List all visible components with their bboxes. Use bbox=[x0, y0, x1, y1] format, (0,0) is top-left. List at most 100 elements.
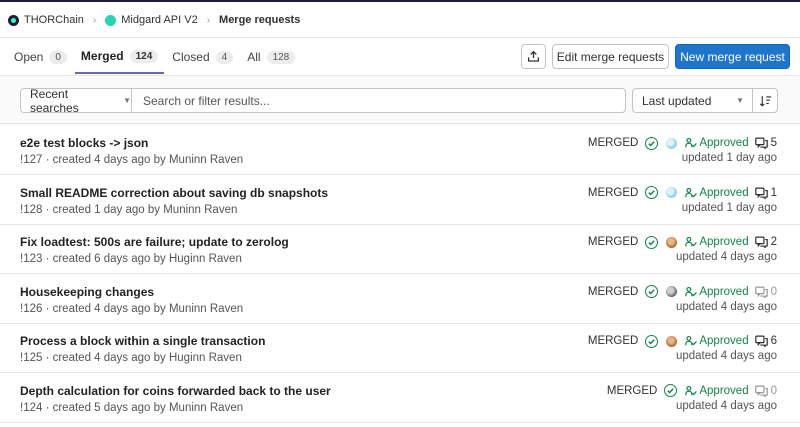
tab-label: Open bbox=[14, 50, 44, 64]
comments-icon bbox=[754, 236, 771, 248]
comments-count[interactable]: 2 bbox=[754, 236, 777, 248]
chevron-right-icon: › bbox=[92, 14, 97, 26]
assignee-avatar[interactable] bbox=[666, 137, 678, 149]
tab-merged[interactable]: Merged 124 bbox=[74, 40, 165, 74]
merge-request-row: e2e test blocks -> json !127 · created 4 … bbox=[0, 126, 800, 175]
merge-request-meta: !126 · created 4 days ago by Muninn Rave… bbox=[20, 303, 243, 315]
updated-timestamp: updated 4 days ago bbox=[675, 399, 777, 412]
sort-lowest-icon bbox=[759, 95, 771, 107]
comments-count[interactable]: 1 bbox=[754, 186, 777, 199]
edit-merge-requests-button[interactable]: Edit merge requests bbox=[552, 44, 669, 69]
sort-label: Last updated bbox=[642, 93, 712, 108]
author-link[interactable]: Muninn Raven bbox=[169, 402, 243, 414]
author-link[interactable]: Muninn Raven bbox=[169, 154, 243, 166]
filter-bar: Recent searches ▼ Last updated ▼ bbox=[0, 75, 800, 124]
count-badge: 128 bbox=[266, 50, 296, 64]
tab-all[interactable]: All 128 bbox=[241, 40, 301, 74]
author-link[interactable]: Muninn Raven bbox=[163, 204, 237, 216]
top-border bbox=[0, 0, 800, 2]
merge-request-status-group: MERGED Approved 0 bbox=[588, 283, 777, 301]
comments-count[interactable]: 0 bbox=[754, 384, 777, 397]
assignee-avatar[interactable] bbox=[666, 236, 678, 248]
merge-request-ref: !125 · created 4 days ago by bbox=[20, 352, 169, 364]
breadcrumb-group-label: THORChain bbox=[24, 14, 84, 26]
pipeline-passed-icon[interactable] bbox=[645, 334, 659, 348]
comments-number: 1 bbox=[770, 186, 777, 199]
search-input[interactable] bbox=[131, 88, 626, 113]
merge-request-title[interactable]: Process a block within a single transact… bbox=[20, 334, 265, 348]
tab-closed[interactable]: Closed 4 bbox=[166, 40, 239, 74]
chevron-down-icon: ▼ bbox=[736, 96, 744, 105]
approved-label: Approved bbox=[699, 384, 749, 397]
merged-status: MERGED bbox=[587, 236, 639, 248]
breadcrumb-group[interactable]: THORChain bbox=[8, 14, 84, 26]
merged-status: MERGED bbox=[587, 137, 639, 149]
comments-count[interactable]: 5 bbox=[754, 137, 777, 149]
assignee-avatar[interactable] bbox=[666, 187, 678, 198]
count-badge: 124 bbox=[129, 49, 159, 63]
breadcrumb-current-label: Merge requests bbox=[219, 14, 301, 26]
comments-icon bbox=[754, 187, 771, 199]
pipeline-passed-icon[interactable] bbox=[664, 384, 678, 397]
approved-badge: Approved bbox=[685, 384, 749, 397]
merge-request-ref: !126 · created 4 days ago by bbox=[20, 302, 169, 315]
merge-request-title[interactable]: Depth calculation for coins forwarded ba… bbox=[20, 384, 331, 398]
merge-request-ref: !124 · created 5 days ago by bbox=[20, 401, 169, 414]
updated-timestamp: updated 4 days ago bbox=[675, 251, 777, 263]
approved-label: Approved bbox=[699, 186, 749, 199]
comments-icon bbox=[754, 385, 771, 397]
tab-label: Merged bbox=[80, 49, 124, 63]
assignee-avatar[interactable] bbox=[666, 335, 678, 347]
tab-open[interactable]: Open 0 bbox=[8, 40, 73, 74]
approval-icon bbox=[685, 187, 699, 199]
merge-request-row: Fix loadtest: 500s are failure; update t… bbox=[0, 225, 800, 274]
merge-request-title[interactable]: Small README correction about saving db … bbox=[20, 186, 328, 200]
sort-dropdown[interactable]: Last updated ▼ bbox=[632, 88, 753, 113]
merge-request-row: Depth calculation for coins forwarded ba… bbox=[0, 374, 800, 423]
assignee-avatar[interactable] bbox=[666, 286, 678, 297]
breadcrumb-project-label: Midgard API V2 bbox=[121, 14, 198, 26]
approval-icon bbox=[685, 137, 699, 149]
merge-request-title[interactable]: Fix loadtest: 500s are failure; update t… bbox=[20, 235, 289, 249]
merge-request-status-group: MERGED Approved 5 bbox=[588, 134, 777, 152]
approved-badge: Approved bbox=[685, 335, 749, 347]
merge-request-title[interactable]: e2e test blocks -> json bbox=[20, 136, 148, 150]
merge-request-title[interactable]: Housekeeping changes bbox=[20, 285, 154, 299]
pipeline-passed-icon[interactable] bbox=[645, 235, 659, 249]
approved-badge: Approved bbox=[685, 286, 749, 298]
merge-request-ref: !123 · created 6 days ago by bbox=[20, 253, 169, 265]
merge-request-row: Small README correction about saving db … bbox=[0, 176, 800, 225]
merge-request-meta: !125 · created 4 days ago by Huginn Rave… bbox=[20, 352, 242, 364]
recent-searches-label: Recent searches bbox=[30, 86, 79, 115]
breadcrumb-project[interactable]: Midgard API V2 bbox=[105, 14, 198, 26]
comments-number: 0 bbox=[770, 384, 777, 397]
pipeline-passed-icon[interactable] bbox=[645, 285, 659, 298]
comments-count[interactable]: 6 bbox=[754, 335, 777, 347]
thorchain-logo-icon bbox=[8, 14, 19, 26]
comments-number: 5 bbox=[770, 137, 777, 149]
merge-request-meta: !128 · created 1 day ago by Muninn Raven bbox=[20, 204, 237, 216]
export-button[interactable] bbox=[521, 44, 546, 69]
author-link[interactable]: Muninn Raven bbox=[169, 303, 243, 315]
comments-icon bbox=[754, 286, 771, 298]
sort-direction-button[interactable] bbox=[752, 88, 778, 113]
merge-request-status-group: MERGED Approved 2 bbox=[588, 233, 777, 251]
breadcrumb-current[interactable]: Merge requests bbox=[219, 14, 300, 26]
count-badge: 4 bbox=[215, 50, 234, 64]
approved-label: Approved bbox=[699, 335, 749, 347]
author-link[interactable]: Huginn Raven bbox=[169, 352, 242, 364]
pipeline-passed-icon[interactable] bbox=[645, 186, 659, 199]
approval-icon bbox=[685, 385, 699, 397]
new-merge-request-button[interactable]: New merge request bbox=[675, 44, 790, 69]
merge-request-ref: !127 · created 4 days ago by bbox=[20, 154, 169, 166]
author-link[interactable]: Huginn Raven bbox=[169, 253, 242, 265]
comments-number: 0 bbox=[770, 285, 777, 298]
breadcrumb: THORChain › Midgard API V2 › Merge reque… bbox=[8, 11, 300, 29]
recent-searches-dropdown[interactable]: Recent searches ▼ bbox=[20, 86, 132, 115]
count-badge: 0 bbox=[49, 50, 67, 64]
divider bbox=[0, 37, 800, 38]
pipeline-passed-icon[interactable] bbox=[645, 136, 659, 150]
comments-number: 6 bbox=[770, 335, 777, 347]
comments-count[interactable]: 0 bbox=[754, 285, 777, 298]
comments-number: 2 bbox=[770, 236, 777, 248]
